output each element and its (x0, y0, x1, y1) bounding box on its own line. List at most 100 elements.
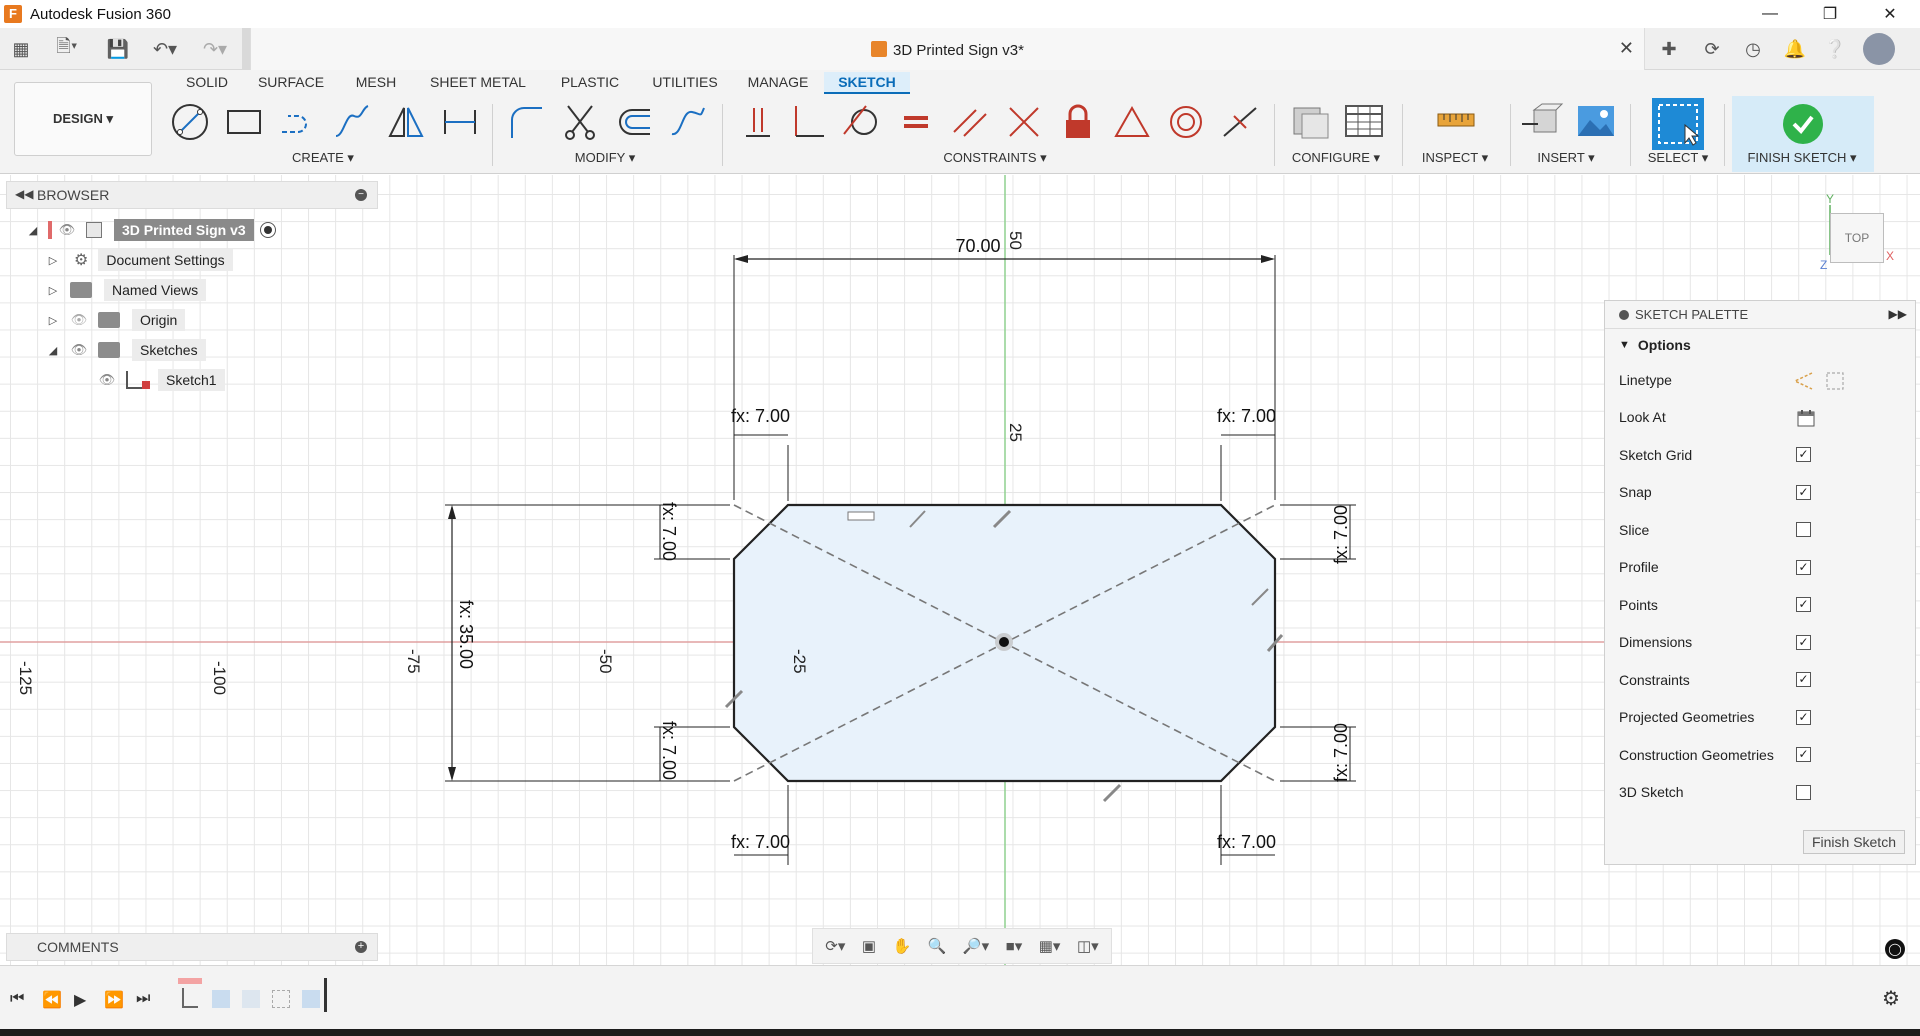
go-to-start-icon[interactable]: ⏮ (10, 990, 24, 1008)
modify-spline-icon[interactable] (666, 100, 710, 144)
expand-palette-icon[interactable]: ▶▶ (1889, 307, 1907, 321)
palette-minimize-icon[interactable] (1619, 309, 1629, 320)
projected-geometries-checkbox[interactable]: ✓ (1796, 709, 1811, 725)
snap-checkbox[interactable]: ✓ (1796, 484, 1811, 500)
modify-group-label[interactable]: MODIFY ▾ (575, 150, 635, 166)
configure-table-icon[interactable] (1342, 100, 1386, 144)
concentric-constraint-icon[interactable] (1164, 100, 1208, 144)
configure-group-label[interactable]: CONFIGURE ▾ (1292, 150, 1380, 166)
notifications-bell-icon[interactable]: 🔔 (1782, 37, 1808, 61)
profile-checkbox[interactable]: ✓ (1796, 559, 1811, 575)
timeline-feature-icon[interactable] (272, 990, 290, 1008)
fit-zoom-icon[interactable]: 🔎▾ (963, 937, 989, 955)
construction-linetype-icon[interactable] (1792, 370, 1814, 392)
collapse-triangle-icon[interactable]: ▼ (1619, 339, 1630, 351)
browser-minimize-icon[interactable]: − (355, 189, 367, 201)
trim-scissors-icon[interactable] (558, 100, 602, 144)
browser-item-origin[interactable]: ▷ 👁 Origin (46, 307, 186, 333)
tab-mesh[interactable]: MESH (338, 72, 414, 94)
grid-settings-icon[interactable]: ▦▾ (1039, 937, 1061, 955)
collapsed-triangle-icon[interactable]: ▷ (46, 284, 60, 297)
tab-sketch[interactable]: SKETCH (824, 72, 910, 94)
add-comment-icon[interactable]: + (355, 941, 367, 953)
tab-manage[interactable]: MANAGE (732, 72, 824, 94)
look-at-icon[interactable] (1796, 408, 1816, 431)
step-forward-icon[interactable]: ⏩ (104, 990, 124, 1010)
visibility-eye-icon[interactable]: 👁 (58, 223, 76, 236)
tangent-constraint-icon[interactable] (840, 100, 884, 144)
constraints-checkbox[interactable]: ✓ (1796, 672, 1811, 687)
viewports-icon[interactable]: ◫▾ (1077, 937, 1099, 955)
tab-surface[interactable]: SURFACE (244, 72, 338, 94)
browser-item-root[interactable]: ◢ 👁 3D Printed Sign v3 (26, 217, 276, 243)
data-panel-grid-icon[interactable]: ▦ (10, 37, 32, 61)
parallel-constraint-icon[interactable] (1102, 783, 1122, 803)
timeline-feature-icon[interactable] (302, 990, 320, 1008)
chamfer-bottom-right-text[interactable]: fx: 7.00 (1217, 832, 1276, 852)
close-window-icon[interactable]: ✕ (1860, 0, 1920, 28)
timeline-settings-gear-icon[interactable]: ⚙ (1882, 986, 1900, 1011)
sketch-dimension-tool-icon[interactable] (438, 100, 482, 144)
hidden-eye-icon[interactable]: 👁 (70, 313, 88, 326)
comments-panel-header[interactable]: COMMENTS + (6, 933, 378, 961)
collapsed-triangle-icon[interactable]: ▷ (46, 314, 60, 327)
create-group-label[interactable]: CREATE ▾ (292, 150, 354, 166)
redo-icon[interactable]: ↷▾ (198, 37, 232, 61)
tab-plastic[interactable]: PLASTIC (542, 72, 638, 94)
change-parameters-icon[interactable] (1288, 100, 1332, 144)
mirror-tool-icon[interactable] (384, 100, 428, 144)
equal-constraint-icon[interactable] (894, 100, 938, 144)
parallel-constraint-icon[interactable] (948, 100, 992, 144)
collapse-browser-icon[interactable]: ◀◀ (15, 187, 33, 201)
tab-sheet-metal[interactable]: SHEET METAL (414, 72, 542, 94)
visibility-eye-icon[interactable]: 👁 (98, 373, 116, 386)
browser-item-sketch1[interactable]: 👁 Sketch1 (88, 367, 225, 393)
chamfer-left-top-text[interactable]: fx: 7.00 (659, 502, 679, 561)
user-avatar[interactable] (1863, 33, 1895, 65)
expanded-triangle-icon[interactable]: ◢ (26, 224, 40, 237)
browser-item-sketches[interactable]: ◢ 👁 Sketches (46, 337, 206, 363)
inspect-group-label[interactable]: INSPECT ▾ (1422, 150, 1488, 166)
palette-finish-sketch-button[interactable]: Finish Sketch (1802, 830, 1905, 854)
step-back-icon[interactable]: ⏪ (42, 990, 62, 1010)
expanded-triangle-icon[interactable]: ◢ (46, 344, 60, 357)
measure-ruler-icon[interactable] (1434, 100, 1478, 144)
chamfer-right-top-text[interactable]: fx: 7.00 (1331, 505, 1351, 564)
save-icon[interactable]: 💾 (106, 37, 130, 61)
chamfer-top-right-text[interactable]: fx: 7.00 (1217, 406, 1276, 426)
circle-arc-tool-icon[interactable] (276, 100, 320, 144)
sketch-grid-checkbox[interactable]: ✓ (1796, 447, 1811, 462)
horizontal-constraint-icon[interactable] (847, 511, 875, 521)
timeline-extrude-feature-icon[interactable] (212, 990, 230, 1008)
undo-icon[interactable]: ↶▾ (148, 37, 182, 61)
timeline-feature-icon[interactable] (242, 990, 260, 1008)
viewcube[interactable]: TOP (1830, 213, 1884, 263)
horizontal-vertical-constraint-icon[interactable] (736, 100, 780, 144)
tab-solid[interactable]: SOLID (170, 72, 244, 94)
pan-hand-icon[interactable]: ✋ (893, 937, 912, 955)
3d-sketch-checkbox[interactable] (1796, 784, 1811, 800)
select-tool-icon[interactable] (1652, 98, 1704, 150)
extensions-icon[interactable]: ⟳ (1699, 37, 1725, 61)
activate-radio-icon[interactable] (259, 222, 276, 238)
collapsed-triangle-icon[interactable]: ▷ (46, 254, 60, 267)
document-tab[interactable]: 3D Printed Sign v3* ✕ (250, 28, 1645, 70)
visibility-eye-icon[interactable]: 👁 (70, 343, 88, 356)
timeline-position-marker[interactable] (324, 978, 327, 1012)
centerline-linetype-icon[interactable] (1824, 370, 1846, 392)
minimize-icon[interactable]: — (1740, 0, 1800, 28)
options-section-header[interactable]: ▼ Options (1605, 329, 1915, 361)
fillet-tool-icon[interactable] (504, 100, 548, 144)
zoom-icon[interactable]: 🔍 (928, 937, 947, 955)
insert-derive-icon[interactable] (1520, 100, 1564, 144)
offset-tool-icon[interactable] (612, 100, 656, 144)
select-group-label[interactable]: SELECT ▾ (1648, 150, 1708, 166)
finish-sketch-label[interactable]: FINISH SKETCH ▾ (1747, 150, 1856, 166)
insert-group-label[interactable]: INSERT ▾ (1537, 150, 1594, 166)
perpendicular-constraint-icon[interactable] (1002, 100, 1046, 144)
help-icon[interactable]: ❔ (1822, 37, 1848, 61)
look-at-nav-icon[interactable]: ▣ (862, 937, 876, 955)
midpoint-constraint-icon[interactable] (1110, 100, 1154, 144)
collinear-constraint-icon[interactable] (1218, 100, 1262, 144)
line-tool-icon[interactable] (168, 100, 212, 144)
